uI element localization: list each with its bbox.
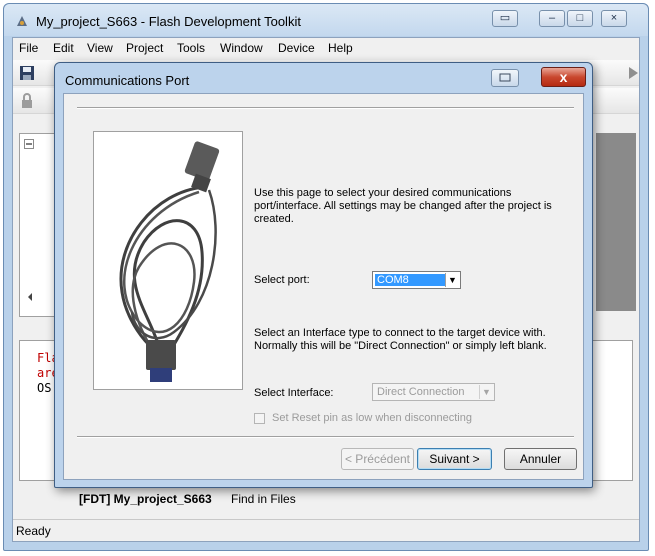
menu-tools[interactable]: Tools: [177, 41, 205, 55]
window-title: My_project_S663 - Flash Development Tool…: [36, 14, 301, 29]
play-icon[interactable]: [625, 65, 641, 81]
close-window-button[interactable]: ×: [601, 10, 627, 27]
interface-select[interactable]: Direct Connection ▼: [372, 383, 495, 401]
reset-pin-label: Set Reset pin as low when disconnecting: [272, 412, 472, 424]
port-select[interactable]: COM8 ▼: [372, 271, 461, 289]
intro-text: Use this page to select your desired com…: [254, 187, 552, 225]
status-bar: Ready: [13, 519, 639, 541]
next-button[interactable]: Suivant >: [417, 448, 492, 470]
restore-icon[interactable]: ▭: [492, 10, 518, 27]
communications-port-dialog: Communications Port x Use this page to s…: [54, 62, 593, 488]
menu-bar: File Edit View Project Tools Window Devi…: [13, 38, 639, 58]
minimize-button[interactable]: –: [539, 10, 565, 27]
port-label: Select port:: [254, 274, 310, 286]
serial-cable-image: [93, 131, 243, 390]
scroll-left-icon[interactable]: [24, 290, 36, 304]
tree-expand-icon[interactable]: [24, 139, 34, 149]
tab-fdt-project[interactable]: [FDT] My_project_S663: [79, 492, 212, 506]
output-tabs: [FDT] My_project_S663 Find in Files: [19, 489, 633, 509]
port-value: COM8: [375, 274, 445, 286]
save-icon[interactable]: [19, 65, 35, 81]
interface-label: Select Interface:: [254, 387, 334, 399]
dialog-body: Use this page to select your desired com…: [63, 93, 584, 480]
menu-window[interactable]: Window: [220, 41, 263, 55]
separator-top: [77, 107, 574, 109]
menu-edit[interactable]: Edit: [53, 41, 74, 55]
chevron-down-icon[interactable]: ▼: [479, 385, 493, 399]
app-icon: [17, 16, 27, 26]
menu-device[interactable]: Device: [278, 41, 315, 55]
menu-project[interactable]: Project: [126, 41, 163, 55]
menu-file[interactable]: File: [19, 41, 38, 55]
title-bar: My_project_S663 - Flash Development Tool…: [4, 4, 648, 36]
restore-icon[interactable]: [491, 69, 519, 87]
status-text: Ready: [16, 524, 51, 538]
lock-icon[interactable]: [19, 93, 35, 109]
chevron-down-icon[interactable]: ▼: [445, 273, 459, 287]
editor-background: [596, 133, 636, 311]
tab-find-in-files[interactable]: Find in Files: [231, 492, 296, 506]
dialog-title: Communications Port: [65, 73, 190, 88]
maximize-button[interactable]: □: [567, 10, 593, 27]
close-icon[interactable]: x: [541, 67, 586, 87]
interface-value: Direct Connection: [377, 386, 465, 398]
menu-view[interactable]: View: [87, 41, 113, 55]
cancel-button[interactable]: Annuler: [504, 448, 577, 470]
back-button[interactable]: < Précédent: [341, 448, 414, 470]
dialog-title-bar: Communications Port x: [55, 63, 592, 93]
interface-note: Select an Interface type to connect to t…: [254, 327, 547, 352]
reset-pin-checkbox[interactable]: [254, 413, 265, 424]
menu-help[interactable]: Help: [328, 41, 353, 55]
separator-bottom: [77, 436, 574, 438]
